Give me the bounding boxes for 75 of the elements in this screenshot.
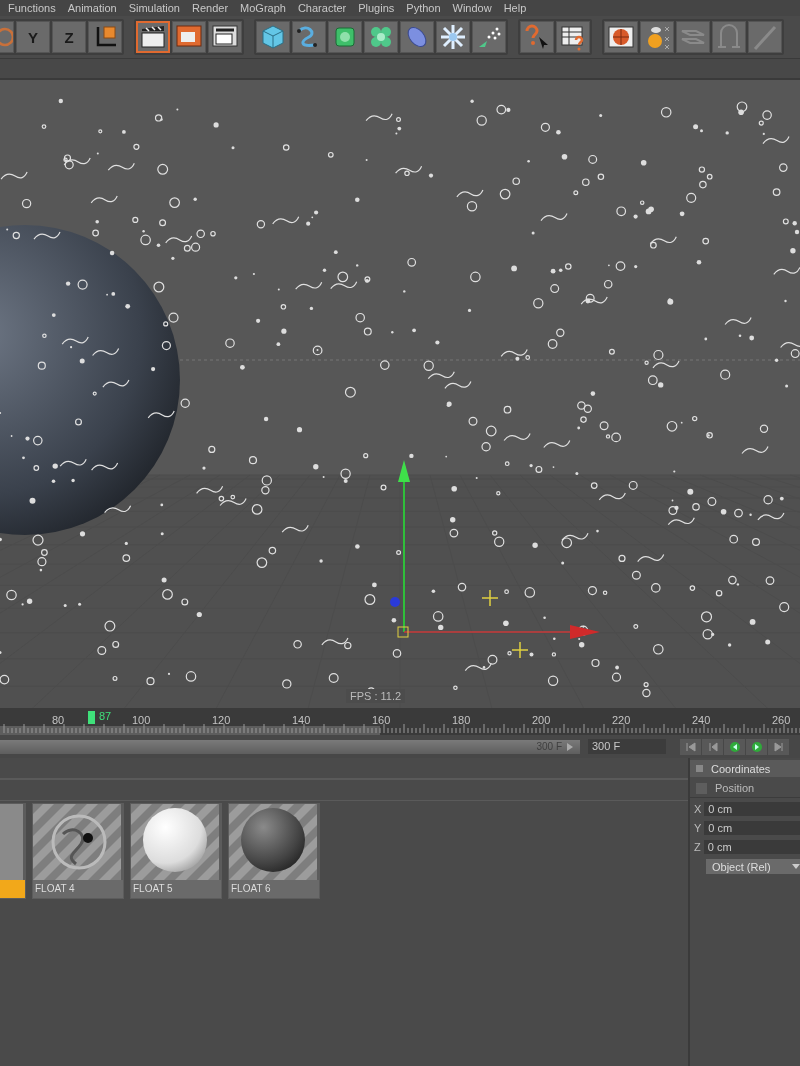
help-cursor-button[interactable]: [520, 21, 554, 53]
frame-label: 240: [692, 714, 711, 726]
clapperboard-button[interactable]: [136, 21, 170, 53]
frame-label: 140: [292, 714, 311, 726]
menu-item[interactable]: Window: [448, 0, 500, 16]
cube-icon: [259, 23, 287, 51]
sparkle-icon: [439, 23, 467, 51]
menu-item[interactable]: Simulation: [124, 0, 188, 16]
axis-toggle-button[interactable]: Y: [16, 21, 50, 53]
go-to-start-button[interactable]: [680, 738, 701, 755]
next-key-icon: [772, 740, 785, 753]
render-window-button[interactable]: [172, 21, 206, 53]
menu-item[interactable]: Animation: [63, 0, 125, 16]
coordinate-field[interactable]: 0 cm: [703, 839, 800, 854]
play-forward-icon: [750, 740, 763, 753]
material-tile[interactable]: FLOAT 5: [130, 803, 222, 899]
current-frame-label: 87: [99, 710, 112, 722]
frame-label: 100: [132, 714, 151, 726]
axis-label: Y: [694, 821, 702, 834]
sphere-stack-button[interactable]: [640, 21, 674, 53]
cloner-button[interactable]: [364, 21, 398, 53]
material-tile[interactable]: FLOAT 4: [32, 803, 124, 899]
menu-item[interactable]: Functions: [4, 0, 64, 16]
axis-label: X: [694, 802, 702, 815]
frame-label: 160: [372, 714, 391, 726]
clapperboard-icon: [139, 23, 167, 51]
go-to-start-icon: [684, 740, 697, 753]
crosshair-icon: [511, 641, 529, 659]
magnet-icon: [715, 23, 743, 51]
playhead-marker[interactable]: [88, 711, 95, 724]
max-frame-field[interactable]: 300 F: [588, 739, 666, 754]
particle-emitter-button[interactable]: [472, 21, 506, 53]
sparkle-button[interactable]: [436, 21, 470, 53]
next-key-button[interactable]: [768, 738, 789, 755]
menu-item[interactable]: Character: [293, 0, 355, 16]
attributes-tab[interactable]: Coordinates: [690, 760, 800, 777]
menu-item[interactable]: Help: [499, 0, 535, 16]
rounded-cube-button[interactable]: [328, 21, 362, 53]
menu-item[interactable]: Render: [188, 0, 237, 16]
section-label: Position: [715, 782, 755, 794]
render-sphere-button[interactable]: [604, 21, 638, 53]
render-settings-button[interactable]: [208, 21, 242, 53]
axis-label: Z: [694, 840, 701, 853]
frame-label: 220: [612, 714, 631, 726]
play-forward-button[interactable]: [746, 738, 767, 755]
coordinate-field[interactable]: 0 cm: [704, 820, 800, 835]
axis-toggle-button[interactable]: Z: [52, 21, 86, 53]
menu-item[interactable]: MoGraph: [236, 0, 294, 16]
caret-icon: [792, 863, 800, 870]
spline-button[interactable]: [292, 21, 326, 53]
previous-key-icon: [706, 740, 719, 753]
crosshair-icon: [481, 589, 499, 607]
play-backward-icon: [728, 740, 741, 753]
play-arrow-icon: [566, 741, 574, 752]
material-name: FLOAT 6: [229, 880, 319, 898]
menu-item[interactable]: Python: [402, 0, 449, 16]
frame-label: 180: [452, 714, 471, 726]
material-name: FLOAT 5: [131, 880, 221, 898]
fps-readout: FPS : 11.2: [346, 689, 406, 703]
play-backward-button[interactable]: [724, 738, 745, 755]
cube-button[interactable]: [256, 21, 290, 53]
frame-label: 200: [532, 714, 551, 726]
checkbox[interactable]: [696, 765, 703, 772]
frame-label: 260: [772, 714, 791, 726]
material-tile[interactable]: FLOAT 6: [228, 803, 320, 899]
help-table-button[interactable]: [556, 21, 590, 53]
previous-key-button[interactable]: [702, 738, 723, 755]
coordinate-mode-dropdown[interactable]: Object (Rel): [706, 859, 800, 874]
material-name: FLOAT 4: [33, 880, 123, 898]
frame-label: 80: [52, 714, 65, 726]
tab-label: Coordinates: [711, 762, 771, 775]
menu-item[interactable]: Plugins: [354, 0, 403, 16]
frame-label: 120: [212, 714, 231, 726]
coordinate-field[interactable]: 0 cm: [704, 801, 800, 816]
coordinate-system-button[interactable]: [88, 21, 122, 53]
